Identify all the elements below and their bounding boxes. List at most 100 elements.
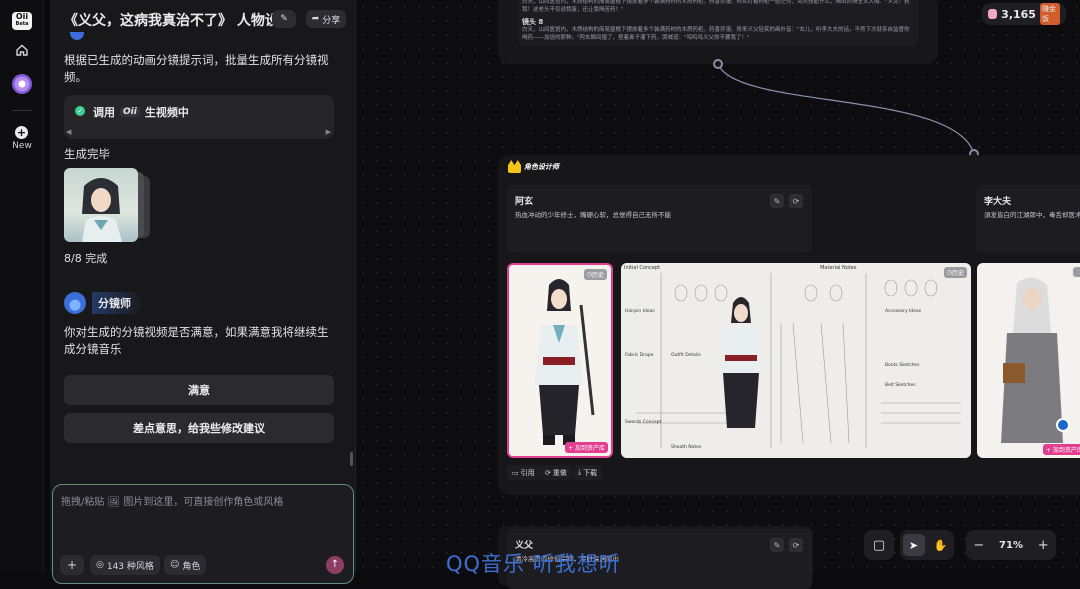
output-port[interactable]: [713, 59, 723, 69]
project-title: 《义父，这病我真治不了》 人物设...: [64, 13, 284, 29]
status-suffix: 生视频中: [144, 106, 189, 119]
avatar-button[interactable]: [10, 72, 34, 96]
message-icon: ▢: [872, 537, 886, 553]
character-image-axuan[interactable]: ◷ 历史 + 加到资产库: [507, 263, 613, 458]
chat-scrollbar[interactable]: [350, 452, 353, 466]
character-designer-node[interactable]: 角色设计师 阿玄 热血冲动的少年修士，嘴硬心软，总觉得自己无所不能 ✎ ⟳ 李大…: [498, 155, 1080, 495]
crown-icon: [508, 160, 521, 173]
agent-avatar-partial: [66, 32, 126, 42]
designer-header: 角色设计师: [508, 160, 559, 173]
style-picker-chip[interactable]: ◎ 143 种风格: [90, 555, 160, 575]
sheet-label: Sheath Notes: [671, 445, 702, 450]
character-desc: 热血冲动的少年修士，嘴硬心软，总觉得自己无所不能: [515, 211, 671, 219]
workflow-canvas[interactable]: 白天，山间医馆内，木质结构的简易屋檐下摆放着多个装满药材的木质药柜。药香弥漫。阿…: [356, 0, 1080, 589]
status-card: ✓ 调用 Oii 生视频中 ◀ ▶: [64, 95, 334, 139]
earn-badge[interactable]: 赚金饭: [1039, 3, 1060, 25]
regenerate-button[interactable]: ⟳: [789, 538, 803, 552]
app-logo[interactable]: Oii Beta: [12, 12, 32, 30]
character-illustration: [509, 265, 611, 456]
sheet-label: Fabric Drape: [625, 353, 654, 358]
download-button[interactable]: ⤓ 下载: [573, 465, 603, 480]
character-name: 李大夫: [984, 197, 1012, 207]
role-chip-label: 角色: [182, 561, 201, 572]
character-name: 阿玄: [515, 197, 534, 207]
zoom-controls: − 71% +: [966, 530, 1056, 560]
check-circle-icon: ✓: [75, 106, 85, 116]
pan-tool-button[interactable]: ✋: [930, 534, 952, 556]
edit-character-button[interactable]: ✎: [770, 538, 784, 552]
suggest-changes-button[interactable]: 差点意思，给我些修改建议: [64, 413, 334, 443]
sheet-label: Material Notes: [820, 265, 857, 271]
credits-amount: 3,165: [1001, 7, 1036, 21]
agent-name: 分镜师: [92, 292, 141, 314]
pencil-icon: ✎: [773, 540, 781, 550]
intro-message: 根据已生成的动画分镜提示词，批量生成所有分镜视频。: [64, 53, 329, 84]
zoom-in-button[interactable]: +: [1038, 538, 1049, 553]
scroll-left-icon[interactable]: ◀: [66, 128, 71, 136]
concept-sheet-image[interactable]: Initial Concept Material Notes Hairpin I…: [621, 263, 971, 458]
concept-sheet-illustration: [621, 263, 971, 458]
cursor-icon: ➤: [908, 538, 919, 552]
sheet-label: Swords Concept: [625, 420, 662, 425]
comment-tool-button[interactable]: ▢: [864, 530, 894, 560]
edit-title-button[interactable]: ✎: [272, 10, 296, 28]
face-icon: ☺: [170, 560, 180, 570]
refresh-icon: ⟳: [792, 540, 800, 550]
role-chip[interactable]: ☺ 角色: [164, 555, 207, 575]
left-rail: Oii Beta + New: [0, 0, 44, 573]
character-card-li[interactable]: 李大夫 須发皆白的江湖郎中，毒舌却医术: [976, 185, 1080, 253]
new-icon[interactable]: +: [15, 126, 28, 139]
quote-label: 引用: [520, 468, 535, 477]
credits-display[interactable]: 3,165 赚金饭: [982, 3, 1066, 25]
style-count: 143 种风格: [106, 561, 154, 572]
comment-icon: ▭: [512, 468, 519, 477]
agent-header: 分镜师: [64, 292, 141, 314]
coin-icon: [988, 9, 998, 19]
history-tag[interactable]: ◷ 历史: [583, 269, 607, 280]
new-button-label[interactable]: New: [6, 141, 38, 151]
avatar-icon: [12, 74, 32, 94]
prompt-placeholder: 拖拽/粘贴 🖼 图片到这里，可直接创作角色或风格: [61, 497, 284, 508]
model-badge: Oii: [120, 107, 140, 117]
select-tool-button[interactable]: ➤: [902, 534, 925, 556]
scroll-right-icon[interactable]: ▶: [326, 128, 331, 136]
sheet-label: Boots Sketches: [885, 363, 920, 368]
regenerate-button[interactable]: ⟳: [789, 194, 803, 208]
home-button[interactable]: [10, 38, 34, 62]
edit-character-button[interactable]: ✎: [770, 194, 784, 208]
refresh-icon: ⟳: [545, 468, 551, 477]
video-thumbnail-stack[interactable]: [64, 168, 152, 242]
redo-label: 重做: [552, 468, 567, 477]
pencil-icon: ✎: [280, 14, 288, 24]
share-label: 分享: [322, 15, 341, 26]
thumb-front: [64, 168, 138, 242]
share-button[interactable]: ➦ 分享: [306, 10, 346, 28]
share-icon: ➦: [311, 14, 320, 24]
history-label: 历史: [591, 272, 604, 279]
palette-icon: ◎: [96, 560, 104, 570]
zoom-level[interactable]: 71%: [999, 540, 1023, 551]
chat-panel: 《义父，这病我真治不了》 人物设... ✎ ➦ 分享 根据已生成的动画分镜提示词，…: [50, 0, 356, 584]
character-card-axuan[interactable]: 阿玄 热血冲动的少年修士，嘴硬心软，总觉得自己无所不能 ✎ ⟳: [507, 185, 812, 253]
character-image-li[interactable]: + 加到资产库: [977, 263, 1080, 458]
add-attachment-button[interactable]: +: [60, 555, 84, 575]
history-tag[interactable]: [1073, 267, 1080, 277]
logo-text: Oii: [15, 12, 29, 21]
satisfied-button[interactable]: 满意: [64, 375, 334, 405]
download-label: 下载: [583, 468, 598, 477]
home-icon: [16, 44, 28, 56]
send-button[interactable]: ↑: [326, 556, 344, 574]
zoom-out-button[interactable]: −: [973, 538, 984, 553]
history-tag[interactable]: ◷ 历史: [943, 267, 967, 278]
download-icon: ⤓: [578, 468, 582, 476]
swirl-badge-icon: [1056, 418, 1070, 432]
sheet-label: Accessory Ideas: [885, 309, 922, 314]
add-to-assets-button[interactable]: + 加到资产库: [1043, 444, 1080, 455]
redo-button[interactable]: ⟳ 重做: [540, 465, 572, 480]
quote-button[interactable]: ▭ 引用: [507, 465, 540, 480]
sheet-label: Outfit Details: [671, 353, 701, 358]
add-to-assets-button[interactable]: + 加到资产库: [565, 442, 608, 453]
plus-icon: +: [66, 558, 78, 572]
progress-label: 8/8 完成: [64, 252, 108, 265]
rail-divider: [12, 110, 32, 111]
